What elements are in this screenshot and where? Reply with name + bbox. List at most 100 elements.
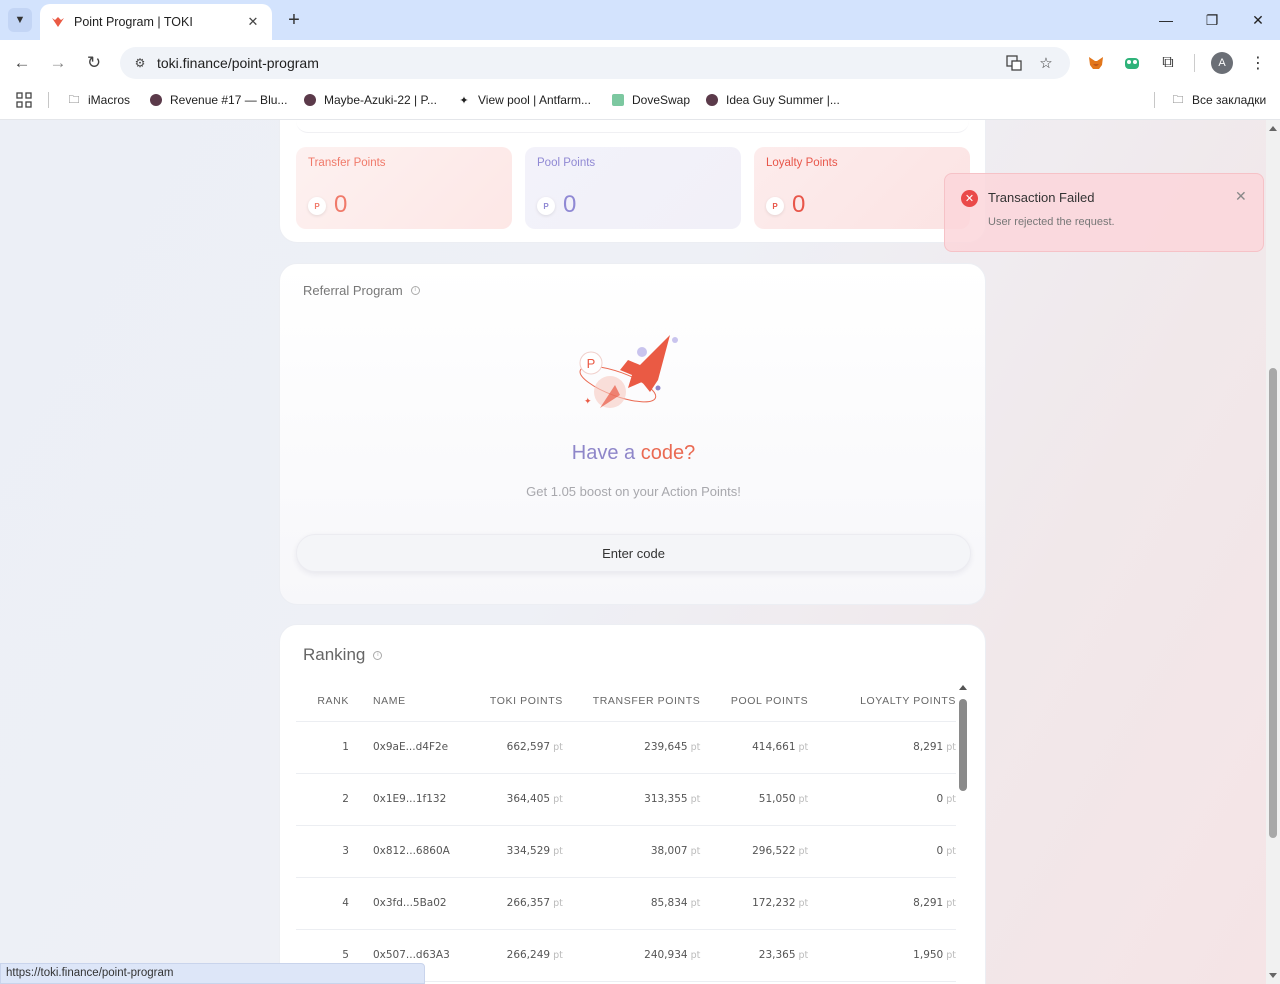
info-icon[interactable]: i [373, 650, 383, 660]
reload-button[interactable]: ↻ [80, 49, 108, 77]
forward-button[interactable]: → [44, 49, 72, 77]
cell-value: 38,007 [650, 845, 688, 857]
site-info-icon[interactable]: ⚙ [130, 53, 150, 73]
page-scrollbar[interactable] [1266, 120, 1280, 984]
transaction-failed-toast: ✕ Transaction Failed User rejected the r… [944, 173, 1264, 252]
cell-transfer: 313,355 pt [562, 773, 701, 826]
have-code-heading: Have a code? [280, 442, 987, 465]
dove-icon [610, 92, 626, 108]
toki-favicon-icon [50, 14, 66, 30]
point-coin-icon: P [308, 197, 326, 215]
new-tab-button[interactable]: + [282, 8, 306, 32]
cell-toki: 266,249 pt [460, 929, 563, 982]
bookmark-label: iMacros [88, 93, 131, 107]
col-header-rank[interactable]: RANK [296, 681, 349, 722]
point-coin-icon: P [537, 197, 555, 215]
ranking-title: Ranking i [303, 645, 383, 665]
scroll-down-arrow-icon[interactable] [1269, 973, 1277, 978]
cell-value: 2 [342, 793, 349, 805]
unit-label: pt [946, 950, 956, 961]
cell-loyalty: 0 pt [808, 825, 956, 878]
cell-value: 0x507...d63A3 [372, 949, 450, 961]
enter-code-button[interactable]: Enter code [296, 534, 971, 572]
cell-value: 51,050 [758, 793, 796, 805]
info-icon[interactable]: i [410, 286, 420, 295]
referral-title-text: Referral Program [303, 283, 403, 298]
bookmark-star-icon[interactable]: ☆ [1032, 47, 1060, 79]
active-tab[interactable]: Point Program | TOKI ✕ [40, 4, 272, 40]
cell-pool: 414,661 pt [700, 721, 809, 774]
restore-button[interactable]: ❐ [1189, 0, 1235, 40]
unit-label: pt [690, 794, 701, 805]
cell-loyalty: 0 pt [808, 773, 956, 826]
menu-kebab-icon[interactable]: ⋮ [1247, 52, 1269, 74]
table-row[interactable]: 4 0x3fd...5Ba02 266,357 pt 85,834 pt 172,232 pt… [296, 877, 956, 930]
cell-toki: 266,357 pt [460, 877, 563, 930]
col-header-pool-points[interactable]: POOL POINTS [700, 681, 809, 722]
chevron-down-icon: ▼ [14, 14, 26, 26]
minimize-button[interactable]: — [1143, 0, 1189, 40]
apps-grid-icon[interactable] [16, 90, 32, 110]
table-row[interactable]: 3 0x812...6860A 334,529 pt 38,007 pt 296,522 pt… [296, 825, 956, 878]
bookmark-revenue[interactable]: Revenue #17 — Blu... [148, 90, 287, 110]
translate-icon[interactable] [1000, 47, 1028, 79]
cell-value: 0x812...6860A [372, 845, 450, 857]
table-row[interactable]: 1 0x9aE...d4F2e 662,597 pt 239,645 pt 414,661 p… [296, 721, 956, 774]
frog-extension-icon[interactable] [1121, 52, 1143, 74]
url-text[interactable]: toki.finance/point-program [157, 55, 319, 71]
table-scroll-thumb[interactable] [959, 699, 967, 791]
cell-pool: 23,365 pt [700, 929, 809, 982]
scroll-up-arrow-icon[interactable] [1269, 126, 1277, 131]
col-header-transfer-points[interactable]: TRANSFER POINTS [562, 681, 701, 722]
col-header-toki-points[interactable]: TOKI POINTS [460, 681, 563, 722]
toast-close-icon[interactable]: ✕ [1235, 188, 1247, 205]
toolbar-divider [1194, 54, 1195, 72]
bookmark-label: Maybe-Azuki-22 | P... [324, 93, 437, 107]
metamask-extension-icon[interactable] [1085, 52, 1107, 74]
cell-value: 239,645 [644, 741, 688, 753]
col-header-name[interactable]: NAME [348, 681, 461, 722]
cell-value: 0 [936, 845, 944, 857]
cell-value: 1 [342, 741, 349, 753]
unit-label: pt [690, 950, 701, 961]
all-bookmarks-folder[interactable]: 🗀 Все закладки [1170, 90, 1267, 110]
cell-pool: 296,522 pt [700, 825, 809, 878]
bookmark-imacros[interactable]: 🗀 iMacros [66, 90, 131, 110]
cell-value: 23,365 [758, 949, 796, 961]
bookmark-maybe-azuki[interactable]: Maybe-Azuki-22 | P... [302, 90, 437, 110]
cell-value: 266,357 [506, 897, 551, 909]
tab-close-icon[interactable]: ✕ [244, 14, 262, 30]
cell-value: 8,291 [913, 741, 944, 753]
back-button[interactable]: ← [8, 49, 36, 77]
table-row[interactable]: 2 0x1E9...1f132 364,405 pt 313,355 pt 51,050 pt… [296, 773, 956, 826]
cell-rank: 1 [296, 721, 349, 774]
pool-points-box: Pool Points P 0 [525, 147, 741, 229]
pool-points-value: 0 [563, 191, 577, 218]
cell-toki: 364,405 pt [460, 773, 563, 826]
col-header-loyalty-points[interactable]: LOYALTY POINTS [808, 681, 956, 722]
cell-loyalty: 8,291 pt [808, 721, 956, 774]
unit-label: pt [553, 950, 563, 961]
address-bar[interactable]: ⚙ toki.finance/point-program ☆ [120, 47, 1070, 79]
tab-search-button[interactable]: ▼ [8, 8, 32, 32]
cell-transfer: 240,934 pt [562, 929, 701, 982]
close-window-button[interactable]: ✕ [1235, 0, 1280, 40]
extensions-puzzle-icon[interactable]: ⧉ [1157, 52, 1179, 74]
scroll-up-arrow-icon[interactable] [959, 685, 967, 690]
table-scrollbar[interactable] [958, 683, 968, 984]
cell-value: 0x3fd...5Ba02 [372, 897, 447, 909]
unit-label: pt [798, 950, 809, 961]
bookmark-antfarm[interactable]: ✦ View pool | Antfarm... [456, 90, 591, 110]
bookmark-idea-guy[interactable]: Idea Guy Summer |... [704, 90, 840, 110]
cell-value: 1,950 [913, 949, 944, 961]
bookmark-doveswap[interactable]: DoveSwap [610, 90, 690, 110]
page-scroll-thumb[interactable] [1269, 368, 1277, 838]
cell-value: 296,522 [752, 845, 796, 857]
unit-label: pt [553, 794, 563, 805]
unit-label: pt [946, 742, 956, 753]
loyalty-points-box: Loyalty Points P 0 [754, 147, 970, 229]
unit-label: pt [946, 794, 956, 805]
bookmark-label: DoveSwap [632, 93, 691, 107]
point-coin-icon: P [766, 197, 784, 215]
profile-avatar[interactable]: A [1211, 52, 1233, 74]
